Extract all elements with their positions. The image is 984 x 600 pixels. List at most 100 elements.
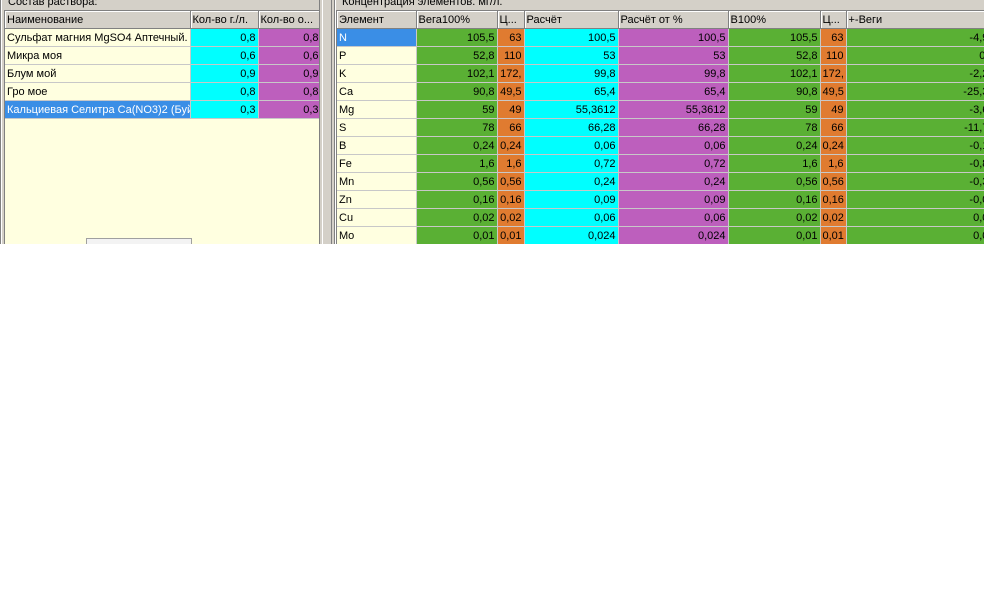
composition-row[interactable]: Микра моя 0,6 0,6: [5, 46, 319, 65]
c2-cell[interactable]: 49: [820, 100, 847, 119]
composition-qty-cell[interactable]: 0,9: [190, 64, 259, 83]
composition-row[interactable]: Гро мое 0,8 0,8: [5, 82, 319, 101]
calc-cell[interactable]: 0,06: [524, 136, 619, 155]
vega100-cell[interactable]: 0,02: [416, 208, 498, 227]
column-header-vega100[interactable]: Вега100%: [416, 11, 498, 29]
calc-percent-cell[interactable]: 53: [618, 46, 729, 65]
composition-name-cell[interactable]: Гро мое: [5, 82, 191, 101]
calc-cell[interactable]: 99,8: [524, 64, 619, 83]
c1-cell[interactable]: 0,01: [497, 226, 525, 244]
calc-cell[interactable]: 0,024: [524, 226, 619, 244]
element-row[interactable]: S786666,2866,287866-11,71: [337, 118, 984, 137]
vega100-cell[interactable]: 0,24: [416, 136, 498, 155]
calc-cell[interactable]: 100,5: [524, 28, 619, 47]
composition-qty2-cell[interactable]: 0,8: [258, 82, 319, 101]
c2-cell[interactable]: 66: [820, 118, 847, 137]
c2-cell[interactable]: 172,: [820, 64, 847, 83]
delta-vega-cell[interactable]: -0,31: [846, 172, 984, 191]
element-row[interactable]: K102,1172,99,899,8102,1172,-2,29: [337, 64, 984, 83]
composition-name-cell[interactable]: Кальциевая Селитра Ca(NO3)2 (Буй: [5, 100, 191, 119]
c1-cell[interactable]: 66: [497, 118, 525, 137]
delta-vega-cell[interactable]: -4,99: [846, 28, 984, 47]
c1-cell[interactable]: 172,: [497, 64, 525, 83]
vega100-cell[interactable]: 102,1: [416, 64, 498, 83]
element-cell[interactable]: Cu: [337, 208, 417, 227]
calc-cell[interactable]: 53: [524, 46, 619, 65]
vega100-cell[interactable]: 105,5: [416, 28, 498, 47]
column-header-qty[interactable]: Кол-во г./л.: [190, 11, 259, 29]
composition-qty-cell[interactable]: 0,3: [190, 100, 259, 119]
delta-vega-cell[interactable]: -3,63: [846, 100, 984, 119]
calc-cell[interactable]: 66,28: [524, 118, 619, 137]
element-row[interactable]: N105,563100,5100,5105,563-4,99: [337, 28, 984, 47]
c1-cell[interactable]: 0,56: [497, 172, 525, 191]
calc-percent-cell[interactable]: 66,28: [618, 118, 729, 137]
composition-grid[interactable]: Наименование Кол-во г./л. Кол-во о... Су…: [4, 10, 320, 244]
column-header-c2[interactable]: Ц...: [820, 11, 847, 29]
element-cell[interactable]: Ca: [337, 82, 417, 101]
c2-cell[interactable]: 49,5: [820, 82, 847, 101]
c2-cell[interactable]: 0,24: [820, 136, 847, 155]
calc-percent-cell[interactable]: 0,72: [618, 154, 729, 173]
composition-name-cell[interactable]: Микра моя: [5, 46, 191, 65]
column-header-b100[interactable]: В100%: [728, 11, 821, 29]
calc-cell[interactable]: 65,4: [524, 82, 619, 101]
calc-cell[interactable]: 55,3612: [524, 100, 619, 119]
c2-cell[interactable]: 1,6: [820, 154, 847, 173]
delta-vega-cell[interactable]: -0,87: [846, 154, 984, 173]
calc-percent-cell[interactable]: 99,8: [618, 64, 729, 83]
b100-cell[interactable]: 105,5: [728, 28, 821, 47]
element-cell[interactable]: Mg: [337, 100, 417, 119]
element-cell[interactable]: P: [337, 46, 417, 65]
delta-vega-cell[interactable]: 0,04: [846, 208, 984, 227]
delta-vega-cell[interactable]: 0,01: [846, 226, 984, 244]
delta-vega-cell[interactable]: -2,29: [846, 64, 984, 83]
delta-vega-cell[interactable]: -0,17: [846, 136, 984, 155]
element-cell[interactable]: Mn: [337, 172, 417, 191]
calc-cell[interactable]: 0,09: [524, 190, 619, 209]
vega100-cell[interactable]: 90,8: [416, 82, 498, 101]
column-header-qty2[interactable]: Кол-во о...: [258, 11, 319, 29]
b100-cell[interactable]: 90,8: [728, 82, 821, 101]
calc-percent-cell[interactable]: 0,09: [618, 190, 729, 209]
calc-percent-cell[interactable]: 0,06: [618, 208, 729, 227]
c1-cell[interactable]: 0,16: [497, 190, 525, 209]
composition-row[interactable]: Сульфат магния MgSO4 Аптечный. 0,8 0,8: [5, 28, 319, 47]
c2-cell[interactable]: 0,56: [820, 172, 847, 191]
b100-cell[interactable]: 52,8: [728, 46, 821, 65]
concentration-grid[interactable]: Элемент Вега100% Ц... Расчёт Расчёт от %…: [336, 10, 984, 244]
column-header-calc[interactable]: Расчёт: [524, 11, 619, 29]
c1-cell[interactable]: 1,6: [497, 154, 525, 173]
composition-qty2-cell[interactable]: 0,3: [258, 100, 319, 119]
delta-vega-cell[interactable]: 0,2: [846, 46, 984, 65]
b100-cell[interactable]: 1,6: [728, 154, 821, 173]
element-row[interactable]: P52,8110535352,81100,2: [337, 46, 984, 65]
calc-cell[interactable]: 0,06: [524, 208, 619, 227]
b100-cell[interactable]: 59: [728, 100, 821, 119]
calc-percent-cell[interactable]: 0,024: [618, 226, 729, 244]
b100-cell[interactable]: 102,1: [728, 64, 821, 83]
element-cell[interactable]: Zn: [337, 190, 417, 209]
c1-cell[interactable]: 110: [497, 46, 525, 65]
element-row[interactable]: Ca90,849,565,465,490,849,5-25,39: [337, 82, 984, 101]
element-row[interactable]: Mn0,560,560,240,240,560,56-0,31: [337, 172, 984, 191]
vega100-cell[interactable]: 59: [416, 100, 498, 119]
composition-qty2-cell[interactable]: 0,6: [258, 46, 319, 65]
column-header-element[interactable]: Элемент: [337, 11, 417, 29]
b100-cell[interactable]: 0,16: [728, 190, 821, 209]
b100-cell[interactable]: 0,24: [728, 136, 821, 155]
vega100-cell[interactable]: 1,6: [416, 154, 498, 173]
calc-percent-cell[interactable]: 0,24: [618, 172, 729, 191]
element-cell[interactable]: B: [337, 136, 417, 155]
calc-percent-cell[interactable]: 0,06: [618, 136, 729, 155]
calc-cell[interactable]: 0,24: [524, 172, 619, 191]
vega100-cell[interactable]: 52,8: [416, 46, 498, 65]
composition-qty2-cell[interactable]: 0,8: [258, 28, 319, 47]
element-cell[interactable]: Mo: [337, 226, 417, 244]
element-cell[interactable]: S: [337, 118, 417, 137]
element-cell[interactable]: Fe: [337, 154, 417, 173]
c1-cell[interactable]: 49: [497, 100, 525, 119]
column-header-c1[interactable]: Ц...: [497, 11, 525, 29]
c2-cell[interactable]: 0,02: [820, 208, 847, 227]
c1-cell[interactable]: 0,02: [497, 208, 525, 227]
